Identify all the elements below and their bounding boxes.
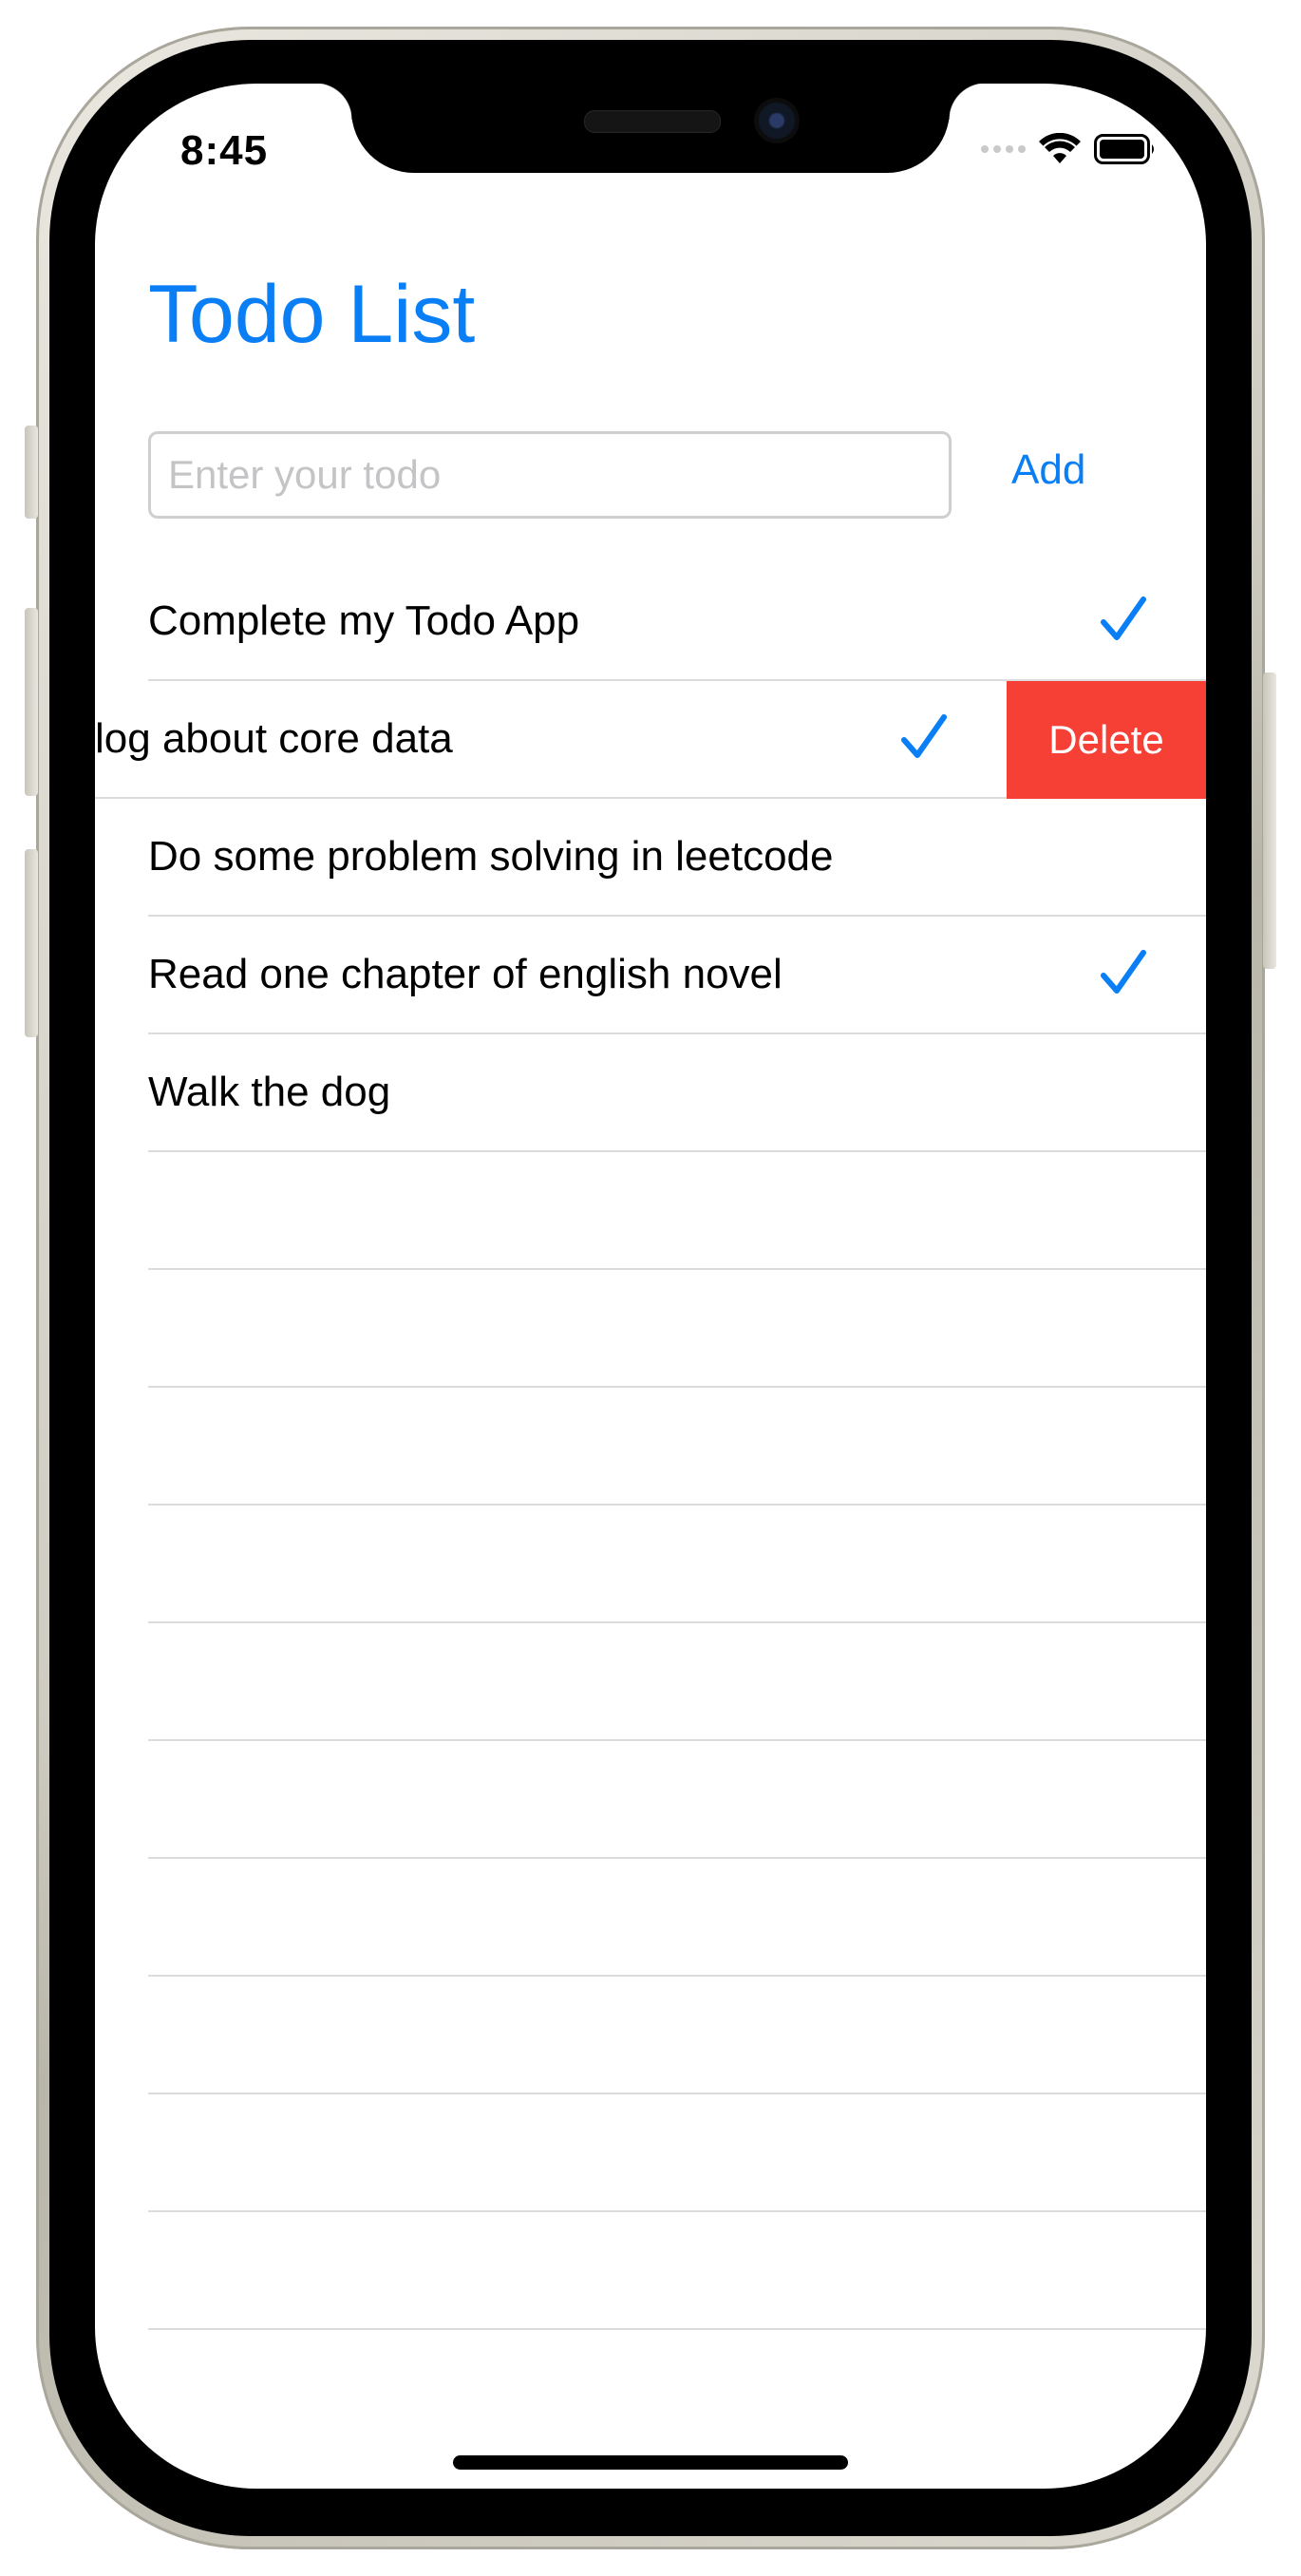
home-indicator[interactable] (453, 2455, 848, 2470)
todo-text: Walk the dog (148, 1069, 391, 1115)
empty-row (148, 1388, 1206, 1506)
empty-row (148, 2094, 1206, 2212)
checkmark-icon (1101, 597, 1146, 640)
status-time: 8:45 (180, 127, 269, 174)
todo-row[interactable]: Complete my Todo App (148, 563, 1206, 681)
page-title: Todo List (148, 269, 476, 360)
todo-row[interactable]: Read one chapter of english novel (148, 917, 1206, 1034)
side-power-button (1263, 672, 1276, 969)
todo-row-swiped[interactable]: log about core data Delete (95, 681, 1206, 799)
screen: 8:45 Todo List Add Complete my Todo App (95, 84, 1206, 2489)
empty-row (148, 1741, 1206, 1859)
swiped-row-content[interactable]: log about core data (95, 681, 1007, 799)
battery-icon (1094, 134, 1154, 164)
todo-text: log about core data (95, 715, 453, 762)
empty-row (148, 1506, 1206, 1623)
delete-button[interactable]: Delete (1007, 681, 1206, 799)
cellular-signal-icon (981, 145, 1026, 153)
todo-row[interactable]: Walk the dog (148, 1034, 1206, 1152)
empty-row (148, 1152, 1206, 1270)
todo-input[interactable] (148, 431, 952, 519)
empty-row (148, 1859, 1206, 1977)
empty-row (148, 2212, 1206, 2330)
notch (315, 84, 986, 173)
checkmark-icon (901, 714, 947, 758)
add-button[interactable]: Add (1011, 446, 1085, 494)
todo-text: Complete my Todo App (148, 597, 580, 644)
todo-text: Read one chapter of english novel (148, 951, 782, 997)
checkmark-icon (1101, 950, 1146, 994)
status-icons (981, 133, 1157, 165)
todo-text: Do some problem solving in leetcode (148, 833, 834, 880)
wifi-icon (1039, 133, 1081, 163)
empty-row (148, 1270, 1206, 1388)
todo-list: Complete my Todo App log about core data… (95, 563, 1206, 2330)
silent-switch (25, 426, 38, 519)
empty-row (148, 1977, 1206, 2094)
empty-row (148, 1623, 1206, 1741)
volume-up-button (25, 608, 38, 796)
speaker-grille (584, 110, 721, 133)
volume-down-button (25, 849, 38, 1037)
todo-row[interactable]: Do some problem solving in leetcode (148, 799, 1206, 917)
front-camera (754, 98, 800, 143)
